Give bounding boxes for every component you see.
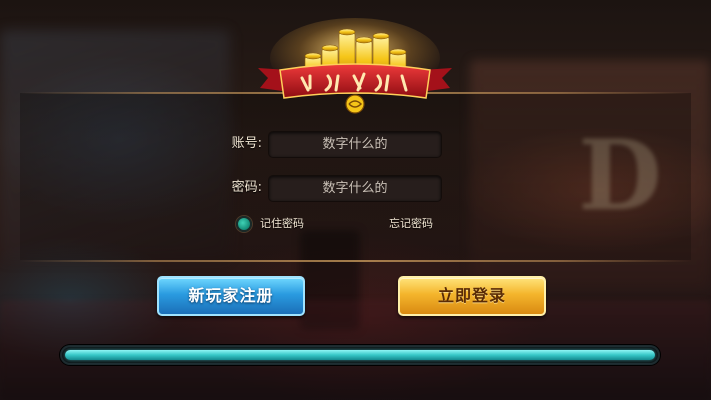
- loading-progress-bar: [60, 345, 660, 365]
- bottom-divider: [20, 260, 691, 262]
- loading-progress-fill: [65, 350, 655, 360]
- radio-dot-icon[interactable]: [236, 216, 252, 232]
- register-button[interactable]: 新玩家注册: [157, 276, 305, 316]
- forgot-password-link[interactable]: 忘记密码: [389, 216, 433, 232]
- gold-coins-banner-logo: [258, 18, 452, 114]
- account-label: 账号:: [231, 136, 262, 151]
- password-label: 密码:: [231, 180, 262, 195]
- remember-password-toggle[interactable]: 记住密码: [236, 216, 304, 232]
- remember-password-label: 记住密码: [260, 217, 304, 230]
- password-input[interactable]: [269, 176, 441, 201]
- login-button[interactable]: 立即登录: [398, 276, 546, 316]
- login-screen: D: [0, 0, 711, 400]
- account-input[interactable]: [269, 132, 441, 157]
